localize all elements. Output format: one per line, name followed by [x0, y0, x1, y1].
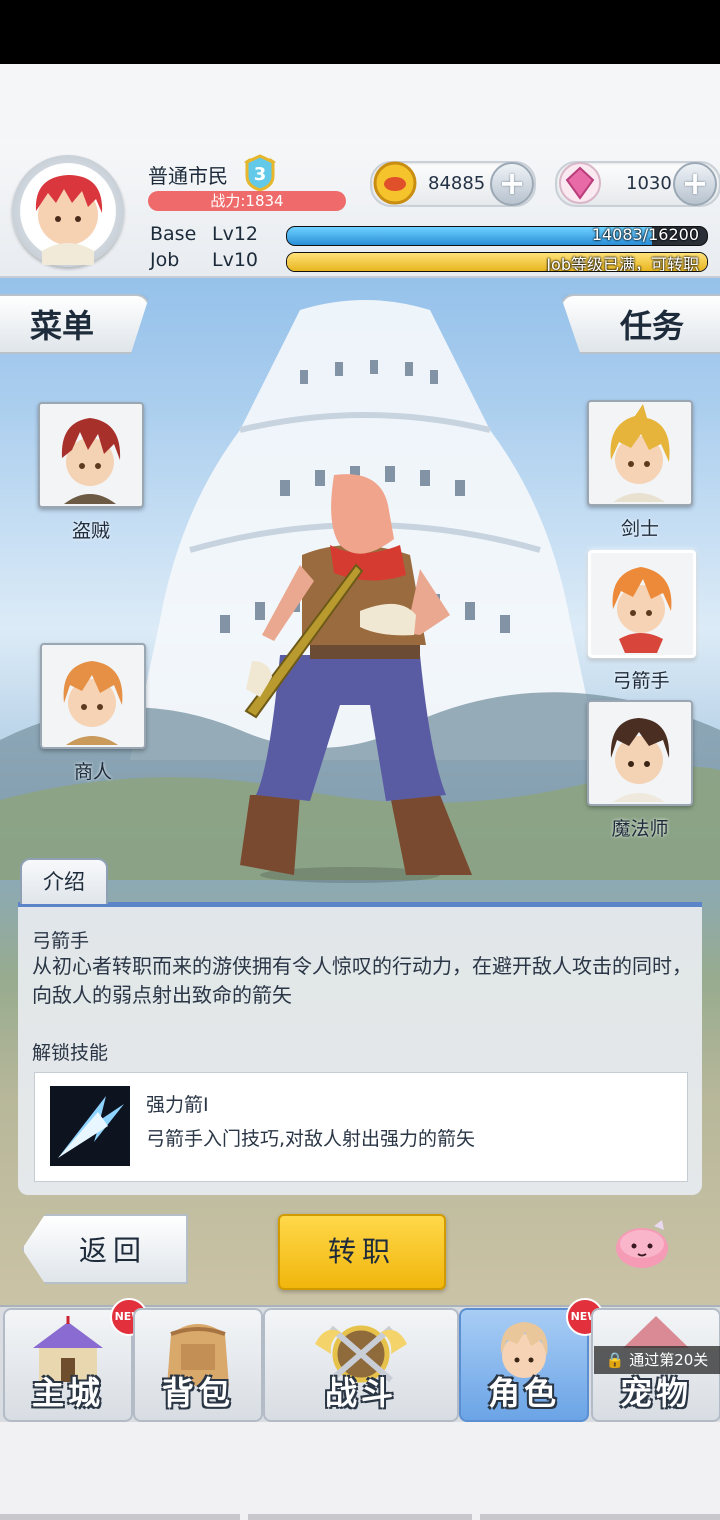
rank-number: 3	[254, 164, 267, 185]
combat-power: 战力:1834	[148, 191, 346, 211]
nav-pet-label: 宠物	[619, 1374, 692, 1412]
job-option-thief[interactable]: 盗贼	[38, 402, 144, 543]
player-title: 普通市民	[148, 164, 228, 188]
nav-battle-label: 战斗	[324, 1374, 397, 1412]
nav-bag[interactable]: 背包	[133, 1308, 263, 1422]
job-title: 弓箭手	[32, 930, 90, 952]
gesture-bar	[0, 1514, 720, 1520]
pet-tent-icon	[623, 1316, 689, 1348]
pet-lock-text: 通过第20关	[629, 1351, 709, 1369]
red-hair-avatar-icon	[35, 175, 103, 265]
job-option-swordsman[interactable]: 剑士	[587, 400, 693, 541]
status-bar	[0, 0, 720, 64]
job-option-merchant[interactable]: 商人	[40, 643, 146, 784]
nav-main-city-label: 主城	[31, 1374, 104, 1412]
merchant-label: 商人	[73, 761, 112, 783]
merchant-portrait-icon	[63, 661, 123, 745]
task-tab[interactable]: 任务	[560, 294, 720, 354]
archer-portrait-icon	[612, 567, 672, 653]
nav-bag-label: 背包	[161, 1374, 234, 1412]
base-label: Base	[150, 223, 197, 245]
gold-amount: 84885	[428, 173, 486, 194]
poring-pet-icon[interactable]	[612, 1216, 672, 1270]
gem-icon	[559, 162, 601, 204]
lock-icon: 🔒	[605, 1351, 625, 1369]
unlock-skills-label: 解锁技能	[32, 1042, 109, 1064]
gold-coin-icon	[373, 161, 417, 205]
base-exp-bar: 14083/16200	[286, 226, 708, 246]
job-level: Lv10	[212, 249, 259, 271]
plus-icon: +	[498, 164, 526, 202]
skill-description: 弓箭手入门技巧,对敌人射出强力的箭矢	[146, 1128, 476, 1150]
footer-area	[0, 1422, 720, 1520]
pet-lock-notice: 🔒 通过第20关	[594, 1346, 720, 1374]
base-level: Lv12	[212, 223, 259, 245]
mage-portrait	[587, 700, 693, 806]
thief-portrait	[38, 402, 144, 508]
player-avatar[interactable]	[12, 155, 124, 267]
base-exp-text: 14083/16200	[591, 226, 699, 244]
swordsman-label: 剑士	[620, 518, 659, 540]
plus-icon: +	[681, 164, 709, 202]
job-option-archer[interactable]: 弓箭手	[588, 550, 696, 693]
swordsman-portrait-icon	[610, 404, 670, 502]
menu-tab[interactable]: 菜单	[0, 294, 150, 354]
archer-portrait	[588, 550, 696, 658]
archer-character-model	[240, 474, 472, 883]
back-button[interactable]: 返回	[22, 1214, 188, 1284]
mage-portrait-icon	[610, 718, 670, 802]
swordsman-portrait	[587, 400, 693, 506]
thief-label: 盗贼	[71, 520, 110, 542]
job-exp-text: Job等级已满，可转职	[546, 255, 699, 272]
thief-portrait-icon	[61, 418, 121, 504]
change-job-button[interactable]: 转职	[278, 1214, 446, 1290]
job-option-mage[interactable]: 魔法师	[587, 700, 693, 841]
nav-battle[interactable]: 战斗	[263, 1308, 459, 1422]
mage-label: 魔法师	[611, 818, 669, 840]
nav-character-label: 角色	[487, 1374, 560, 1412]
job-label: Job	[150, 249, 180, 271]
rank-badge-icon: 3	[244, 154, 276, 192]
gem-amount: 1030	[626, 173, 672, 194]
merchant-portrait	[40, 643, 146, 749]
add-gem-button[interactable]: +	[673, 162, 717, 206]
archer-label: 弓箭手	[612, 670, 670, 692]
job-exp-bar: Job等级已满，可转职	[286, 252, 708, 272]
top-spacer	[0, 64, 720, 140]
skill-name: 强力箭Ⅰ	[146, 1094, 209, 1116]
add-gold-button[interactable]: +	[490, 162, 534, 206]
intro-tab[interactable]: 介绍	[20, 858, 108, 904]
power-arrow-skill-icon	[50, 1086, 130, 1166]
job-description: 从初心者转职而来的游侠拥有令人惊叹的行动力，在避开敌人攻击的同时，向敌人的弱点射…	[32, 954, 692, 1007]
